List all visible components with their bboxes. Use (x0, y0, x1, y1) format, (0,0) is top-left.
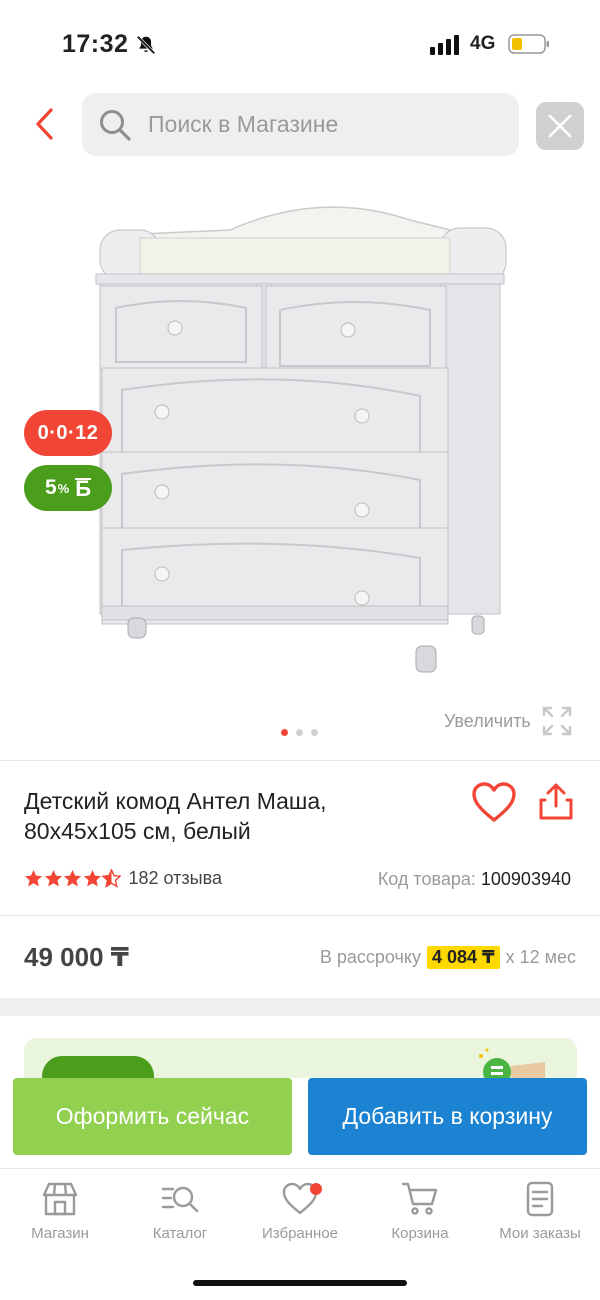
pagination-dot[interactable] (311, 729, 318, 736)
tab-favorites[interactable]: Избранное (240, 1181, 360, 1242)
tab-orders[interactable]: Мои заказы (480, 1181, 600, 1242)
tab-label: Магазин (31, 1225, 89, 1242)
heart-icon[interactable] (470, 780, 518, 824)
tab-label: Избранное (261, 1225, 339, 1242)
bell-muted-icon (136, 35, 156, 55)
sku-label: Код товара: (377, 869, 476, 889)
star-half-icon (102, 869, 121, 888)
bonus-percent: 5 (44, 476, 57, 499)
tab-label: Каталог (152, 1225, 208, 1242)
price: 49 000 ₸ (24, 942, 129, 972)
promo-decoration-icon (479, 1048, 545, 1078)
zoom-button[interactable]: Увеличить (444, 705, 573, 737)
section-separator (0, 998, 600, 1016)
network-type: 4G (470, 33, 496, 54)
installment-label: В рассрочку (319, 947, 421, 967)
search-input[interactable]: Поиск в Магазине (82, 93, 519, 156)
divider (0, 915, 600, 916)
share-icon[interactable] (536, 782, 576, 822)
battery-icon (508, 34, 549, 54)
close-button[interactable] (536, 102, 584, 150)
zoom-label: Увеличить (444, 710, 531, 731)
bonus-percent-sign: % (57, 480, 70, 496)
signal-icon (430, 35, 459, 55)
star-icon (44, 869, 62, 887)
installment-amount: 4 084 ₸ (427, 946, 500, 969)
tab-cart[interactable]: Корзина (360, 1181, 480, 1242)
sku-value: 100903940 (480, 869, 571, 889)
reviews-count[interactable]: 182 отзыва (129, 868, 222, 889)
star-icon (83, 869, 101, 887)
status-bar: 17:32 4G (0, 0, 600, 90)
search-placeholder: Поиск в Магазине (148, 111, 339, 137)
orders-icon (526, 1181, 554, 1217)
star-icon (63, 869, 82, 887)
search-icon (100, 109, 131, 141)
installment-info[interactable]: В рассрочку 4 084 ₸ x 12 мес (320, 946, 576, 969)
tab-label: Мои заказы (499, 1225, 581, 1242)
notification-dot (310, 1183, 322, 1195)
cart-icon (401, 1182, 438, 1215)
promo-banner[interactable] (24, 1038, 577, 1078)
back-button[interactable] (24, 102, 64, 146)
installment-badge: 0·0·12 (24, 410, 112, 456)
expand-icon (542, 706, 572, 736)
promo-pill (42, 1056, 154, 1078)
divider (0, 760, 600, 761)
tab-label: Корзина (391, 1225, 449, 1242)
pagination-dot[interactable] (296, 729, 303, 736)
tab-store[interactable]: Магазин (0, 1181, 120, 1242)
add-to-cart-button[interactable]: Добавить в корзину (308, 1078, 587, 1155)
home-indicator[interactable] (193, 1280, 407, 1286)
star-icon (24, 869, 43, 887)
close-icon (548, 114, 572, 138)
pagination-dot[interactable] (281, 729, 288, 736)
tab-catalog[interactable]: Каталог (120, 1181, 240, 1242)
bonus-currency: Б (75, 476, 92, 501)
chevron-left-icon (36, 108, 53, 140)
product-image[interactable] (80, 190, 520, 690)
bonus-badge: 5% Б (24, 465, 112, 511)
store-icon (42, 1182, 78, 1216)
rating[interactable]: 182 отзыва (24, 868, 222, 889)
installment-term: x 12 мес (505, 947, 576, 967)
buy-now-button[interactable]: Оформить сейчас (13, 1078, 292, 1155)
catalog-search-icon (161, 1186, 199, 1213)
gallery-pagination (281, 729, 318, 736)
sku: Код товара: 100903940 (378, 869, 571, 890)
status-time: 17:32 (62, 30, 129, 58)
product-title: Детский комод Антел Маша, 80x45x105 см, … (24, 788, 327, 844)
